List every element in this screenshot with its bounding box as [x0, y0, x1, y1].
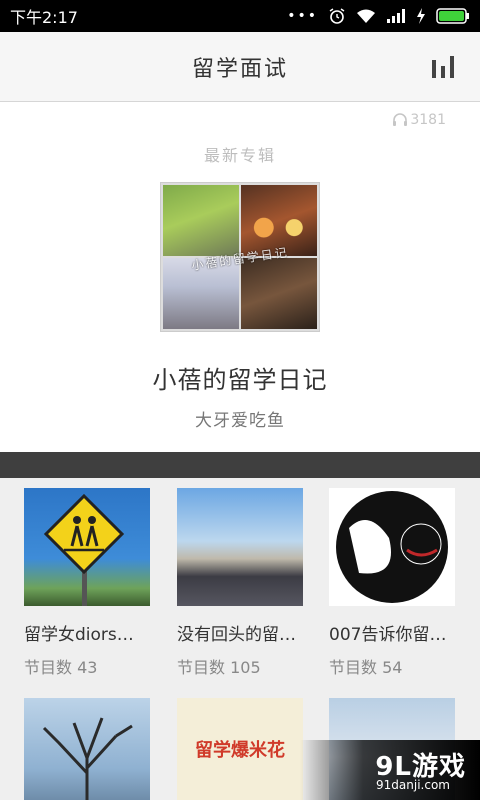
album-thumbnail[interactable]: 留学爆米花: [177, 698, 303, 800]
headphones-icon: [393, 113, 408, 126]
battery-icon: [436, 8, 469, 24]
album-author[interactable]: 大牙爱吃鱼: [0, 406, 480, 431]
album-card-title: 007告诉你留…: [329, 625, 447, 645]
status-bar: 下午2:17 •••: [0, 0, 480, 32]
section-divider: [0, 452, 480, 478]
bare-tree-icon: [42, 717, 133, 800]
album-card[interactable]: 留学爆米花: [177, 698, 303, 800]
album-thumbnail[interactable]: [24, 698, 150, 800]
more-dots-icon: •••: [287, 8, 318, 24]
album-thumbnail[interactable]: [329, 488, 455, 606]
album-card[interactable]: 留学女diors… 节目数 43: [24, 488, 150, 678]
album-card-title: 留学女diors…: [24, 625, 134, 645]
album-card[interactable]: [24, 698, 150, 800]
thumb-text: 留学爆米花: [195, 740, 285, 761]
cover-photo-food: [241, 258, 317, 329]
bar-chart-icon[interactable]: [430, 54, 456, 80]
album-card-count: 节目数 105: [177, 658, 261, 677]
status-time: 下午2:17: [10, 8, 78, 27]
album-card[interactable]: 007告诉你留… 节目数 54: [329, 488, 455, 678]
page-title: 留学面试: [191, 56, 288, 82]
album-thumbnail[interactable]: [177, 488, 303, 606]
album-card-count: 节目数 54: [329, 658, 403, 677]
section-label: 最新专辑: [203, 146, 276, 165]
signal-icon: [387, 9, 405, 23]
album-card-count: 节目数 43: [24, 658, 98, 677]
album-card-title: 没有回头的留…: [177, 625, 296, 645]
alarm-icon: [329, 8, 345, 24]
album-card[interactable]: 没有回头的留… 节目数 105: [177, 488, 303, 678]
cats-illustration-icon: [336, 491, 448, 603]
album-title[interactable]: 小蓓的留学日记: [0, 360, 480, 395]
cover-photo-icecream: [163, 185, 239, 256]
watermark-url: 91danji.com: [376, 778, 450, 792]
listen-count: 3181: [392, 112, 446, 128]
listen-count-value: 3181: [410, 112, 446, 128]
watermark: 9L游戏 91danji.com: [300, 740, 480, 800]
album-thumbnail[interactable]: [24, 488, 150, 606]
charging-icon: [417, 8, 425, 24]
featured-album[interactable]: 3181 最新专辑 小蓓的留学日记 小蓓的留学日记 大牙爱吃鱼: [0, 102, 480, 452]
header: 留学面试: [0, 32, 480, 102]
status-icons: •••: [287, 7, 470, 25]
pedestrian-sign-icon: [43, 493, 125, 606]
wifi-icon: [357, 9, 375, 23]
